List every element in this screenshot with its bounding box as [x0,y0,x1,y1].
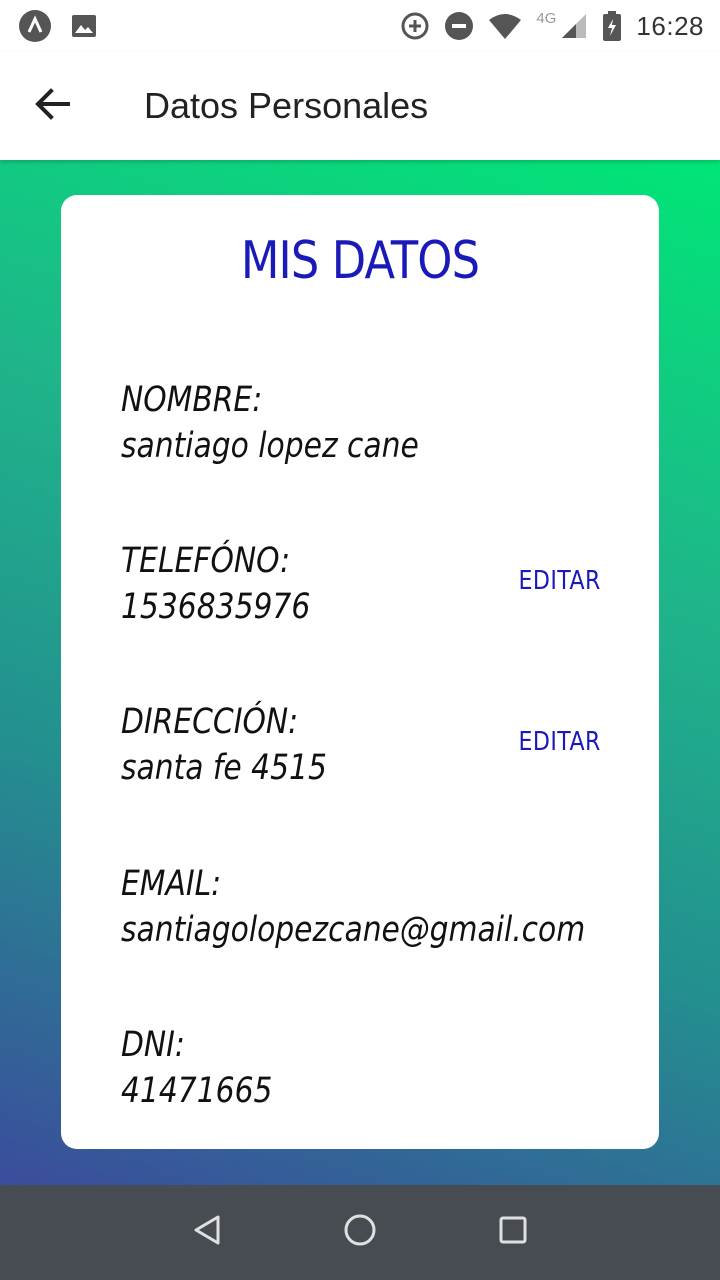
home-circle-icon [343,1213,377,1252]
status-bar: 4G 16:28 [0,0,720,52]
field-label: TELEFÓNO: [121,541,291,581]
field-label: NOMBRE: [121,380,263,420]
app-icon [18,9,52,43]
edit-telefono-button[interactable]: EDITAR [519,566,601,596]
field-label: EMAIL: [121,864,222,904]
image-icon [70,12,98,40]
network-type-label: 4G [536,9,557,27]
field-value: santa fe 4515 [121,748,327,788]
personal-data-card: MIS DATOS NOMBRE: santiago lopez cane TE… [61,195,659,1149]
wifi-icon [488,12,522,40]
field-value: santiago lopez cane [121,426,419,466]
app-bar: Datos Personales [0,52,720,160]
field-label: DIRECCIÓN: [121,702,299,742]
recents-square-icon [498,1215,528,1250]
do-not-disturb-icon [444,11,474,41]
battery-icon [602,10,622,42]
field-label: DNI: [121,1025,185,1065]
nav-home-button[interactable] [330,1203,390,1263]
back-button[interactable] [16,70,88,142]
field-value: santiagolopezcane@gmail.com [121,910,586,950]
field-email: EMAIL: santiagolopezcane@gmail.com [121,861,601,953]
nav-back-button[interactable] [177,1203,237,1263]
system-nav-bar [0,1185,720,1280]
field-nombre: NOMBRE: santiago lopez cane [121,377,601,469]
data-saver-icon [400,11,430,41]
clock-time: 16:28 [636,10,704,41]
arrow-left-icon [34,87,70,125]
back-triangle-icon [192,1214,222,1251]
card-title: MIS DATOS [240,231,480,291]
field-value: 1536835976 [121,587,311,627]
nav-recents-button[interactable] [483,1203,543,1263]
page-title: Datos Personales [144,85,429,126]
content-background: MIS DATOS NOMBRE: santiago lopez cane TE… [0,160,720,1185]
edit-direccion-button[interactable]: EDITAR [519,727,601,757]
signal-icon [560,12,588,40]
field-value: 41471665 [121,1071,273,1111]
field-dni: DNI: 41471665 [121,1022,601,1114]
